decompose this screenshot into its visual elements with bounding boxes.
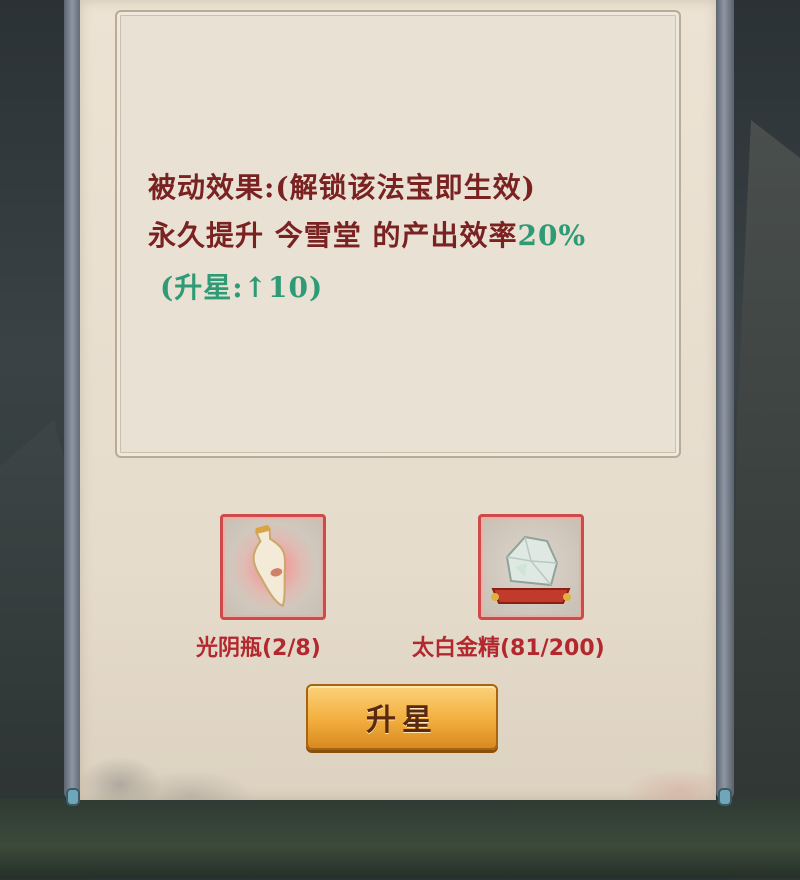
rod-cap-icon <box>718 788 732 806</box>
material-label-gold-essence: 太白金精(81/200) <box>412 636 605 661</box>
effect-value: 20% <box>517 219 587 252</box>
passive-effect-title: 被动效果:(解锁该法宝即生效) <box>148 171 536 204</box>
material-slot-gold-essence[interactable] <box>478 514 584 620</box>
star-upgrade-bonus: (升星:↑10) <box>160 271 324 304</box>
passive-effect-detail: 永久提升 今雪堂 的产出效率20% <box>148 214 586 254</box>
upgrade-star-label: 升星 <box>366 703 438 738</box>
effect-text: 永久提升 今雪堂 的产出效率 <box>148 219 518 252</box>
rod-cap-icon <box>66 788 80 806</box>
ore-crystal-icon <box>491 535 571 604</box>
background-mountain-right <box>730 120 800 880</box>
vase-icon <box>252 525 287 608</box>
material-slot-vase[interactable] <box>220 514 326 620</box>
material-label-vase: 光阴瓶(2/8) <box>196 636 321 661</box>
upgrade-star-button[interactable]: 升星 <box>306 684 498 750</box>
scroll-rod-right <box>716 0 734 806</box>
background-ground <box>0 798 800 878</box>
